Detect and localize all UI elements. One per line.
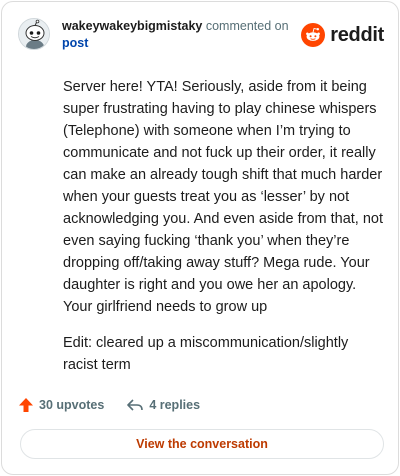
comment-paragraph: Edit: cleared up a miscommunication/slig… bbox=[63, 335, 349, 373]
comment-paragraph: Server here! YTA! Seriously, aside from … bbox=[63, 79, 384, 315]
replies-count: 4 replies bbox=[149, 398, 201, 412]
upvotes-stat[interactable]: 30 upvotes bbox=[18, 397, 104, 413]
upvote-arrow-icon bbox=[19, 398, 33, 412]
commented-on-text: commented on bbox=[205, 19, 289, 33]
comment-header: wakeywakeybigmistaky commented on post r… bbox=[18, 18, 384, 54]
comment-footer: 30 upvotes 4 replies bbox=[18, 394, 200, 416]
view-conversation-button[interactable]: View the conversation bbox=[20, 429, 384, 459]
replies-stat[interactable]: 4 replies bbox=[126, 397, 200, 413]
reply-arrow-icon bbox=[127, 399, 144, 411]
post-link[interactable]: post bbox=[62, 35, 302, 52]
comment-embed-card: wakeywakeybigmistaky commented on post r… bbox=[1, 1, 399, 475]
avatar[interactable] bbox=[18, 18, 50, 50]
reddit-logo[interactable]: reddit bbox=[301, 22, 384, 48]
comment-body: Server here! YTA! Seriously, aside from … bbox=[63, 76, 383, 390]
reddit-snoo-icon bbox=[301, 23, 326, 47]
reddit-logo-text: reddit bbox=[330, 23, 384, 46]
username-link[interactable]: wakeywakeybigmistaky bbox=[62, 19, 202, 33]
comment-meta: wakeywakeybigmistaky commented on post bbox=[62, 18, 302, 52]
upvotes-count: 30 upvotes bbox=[39, 398, 105, 412]
snoo-avatar-icon bbox=[19, 19, 49, 49]
